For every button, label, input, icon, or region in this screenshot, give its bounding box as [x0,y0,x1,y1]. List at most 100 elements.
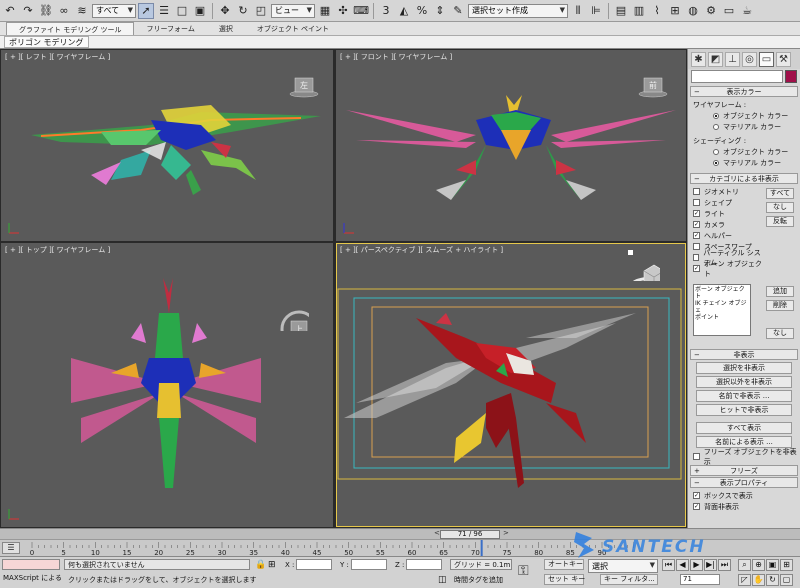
maxscript-label[interactable]: MAXScript による [3,573,62,583]
list-item[interactable]: ポイント [695,314,749,321]
viewcube-top-icon[interactable]: 上 [279,309,309,331]
select-manipulate-icon[interactable]: ✣ [335,3,351,19]
time-prev-icon[interactable]: < [434,529,440,537]
maxscript-listener[interactable] [2,559,60,570]
checkbox[interactable]: ✓ [693,221,700,228]
hide-by-name-button[interactable]: 名前で非表示 ... [696,390,792,402]
scale-icon[interactable]: ◰ [253,3,269,19]
filter-none-button[interactable]: なし [766,328,794,339]
modify-tab-icon[interactable]: ◩ [708,51,723,67]
render-teapot-icon[interactable]: ☕ [739,3,755,19]
rollout-hide-by-category-header[interactable]: − カテゴリによる非表示 [690,173,798,184]
category-cameras[interactable]: ✓ カメラ [693,219,763,230]
key-filters-button[interactable]: キー フィルタ... [600,574,658,585]
unhide-all-button[interactable]: すべて表示 [696,422,792,434]
viewport-front[interactable]: [ + ][ フロント ][ ワイヤフレーム ] 前 [336,50,686,241]
remove-filter-button[interactable]: 削除 [766,300,794,311]
wireframe-option-material[interactable]: マテリアル カラー [693,121,795,132]
category-shapes[interactable]: シェイプ [693,197,763,208]
add-time-tag[interactable]: 時間タグを追加 [454,575,503,585]
list-item[interactable]: IK チェイン オブジェ [695,300,749,314]
key-icon[interactable]: ⚿ [518,563,529,579]
viewcube-perspective-icon[interactable] [630,259,660,281]
z-coord-field[interactable] [406,559,442,570]
viewport-left[interactable]: [ + ][ レフト ][ ワイヤフレーム ] 左 [1,50,333,241]
viewcube-front-icon[interactable]: 前 [638,76,668,98]
spinner-snap-icon[interactable]: ⇕ [432,3,448,19]
checkbox[interactable] [693,243,700,250]
ref-coord-dropdown[interactable]: ビュー ▼ [271,3,315,18]
object-name-field[interactable] [691,70,783,83]
set-key-button[interactable]: セット キー [544,574,585,585]
fov-icon[interactable]: ◸ [738,574,751,586]
named-selection-dropdown[interactable]: 選択セット作成 ▼ [468,3,568,18]
rect-selection-icon[interactable]: □ [174,3,190,19]
selection-filter-dropdown[interactable]: すべて ▼ [92,3,136,18]
hide-frozen-option[interactable]: フリーズ オブジェクトを非表示 [690,448,798,466]
lock-selection-icon[interactable]: 🔒 [255,560,266,570]
hide-selected-button[interactable]: 選択を非表示 [696,362,792,374]
radio-button[interactable] [713,159,719,166]
category-helpers[interactable]: ✓ ヘルパー [693,230,763,241]
shading-option-material[interactable]: マテリアル カラー [693,157,795,168]
angle-snap-icon[interactable]: ◭ [396,3,412,19]
rotate-icon[interactable]: ↻ [235,3,251,19]
undo-icon[interactable]: ↶ [2,3,18,19]
create-tab-icon[interactable]: ✱ [691,51,706,67]
tab-freeform[interactable]: フリーフォーム [134,22,206,35]
shading-option-object[interactable]: オブジェクト カラー [693,146,795,157]
object-color-swatch[interactable] [785,70,797,83]
category-none-button[interactable]: なし [766,202,794,213]
radio-button[interactable] [713,148,719,155]
polygon-modeling-button[interactable]: ポリゴン モデリング [4,36,89,48]
checkbox[interactable] [693,199,700,206]
category-invert-button[interactable]: 反転 [766,216,794,227]
edit-named-selection-icon[interactable]: ✎ [450,3,466,19]
hide-unselected-button[interactable]: 選択以外を非表示 [696,376,792,388]
y-coord-field[interactable] [351,559,387,570]
checkbox[interactable] [693,188,700,195]
checkbox[interactable]: ✓ [693,210,700,217]
rollout-display-color-header[interactable]: − 表示カラー [690,86,798,97]
time-tag-icon[interactable]: ◫ [438,575,447,585]
graphite-toggle-icon[interactable]: ▥ [631,3,647,19]
mirror-icon[interactable]: ⫴ [570,3,586,19]
current-frame-marker[interactable] [480,540,483,557]
rollout-hide-header[interactable]: − 非表示 [690,349,798,360]
display-as-box-option[interactable]: ✓ ボックスで表示 [693,490,795,501]
rollout-freeze-header[interactable]: + フリーズ [690,465,798,476]
radio-button[interactable] [713,123,719,130]
checkbox[interactable] [693,254,700,261]
utilities-tab-icon[interactable]: ⚒ [776,51,791,67]
category-lights[interactable]: ✓ ライト [693,208,763,219]
backface-cull-option[interactable]: ✓ 背面非表示 [693,501,795,512]
hide-by-hit-button[interactable]: ヒットで非表示 [696,404,792,416]
category-geometry[interactable]: ジオメトリ [693,186,763,197]
checkbox[interactable] [693,453,700,460]
rendered-frame-icon[interactable]: ▭ [721,3,737,19]
x-coord-field[interactable] [296,559,332,570]
tab-object-paint[interactable]: オブジェクト ペイント [245,22,341,35]
viewport-perspective[interactable]: [ + ][ パースペクティブ ][ スムーズ + ハイライト ] [336,243,686,527]
display-tab-icon[interactable]: ▭ [759,51,774,67]
material-editor-icon[interactable]: ◍ [685,3,701,19]
schematic-view-icon[interactable]: ⊞ [667,3,683,19]
pivot-center-icon[interactable]: ▦ [317,3,333,19]
rollout-display-properties-header[interactable]: − 表示プロパティ [690,477,798,488]
checkbox[interactable]: ✓ [693,492,700,499]
list-item[interactable]: ボーン オブジェクト [695,286,749,300]
time-next-icon[interactable]: > [503,529,509,537]
orbit-icon[interactable]: ↻ [766,574,779,586]
tab-selection[interactable]: 選択 [207,22,245,35]
link-icon[interactable]: ⛓ [38,3,54,19]
bind-spacewarp-icon[interactable]: ≋ [74,3,90,19]
hierarchy-tab-icon[interactable]: ⊥ [725,51,740,67]
tab-graphite-modeling[interactable]: グラファイト モデリング ツール [6,22,135,35]
keyboard-shortcut-icon[interactable]: ⌨ [353,3,369,19]
motion-tab-icon[interactable]: ◎ [742,51,757,67]
checkbox[interactable]: ✓ [693,232,700,239]
pan-icon[interactable]: ✋ [752,574,765,586]
category-all-button[interactable]: すべて [766,188,794,199]
align-icon[interactable]: ⊫ [588,3,604,19]
time-slider-thumb[interactable]: 71 / 96 [440,530,500,539]
